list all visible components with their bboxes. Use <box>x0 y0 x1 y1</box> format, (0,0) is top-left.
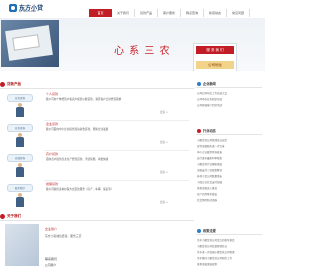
list-item[interactable]: 信贷风险防控措施 <box>197 198 261 204</box>
section-bullet-icon <box>0 81 5 87</box>
header: 东方小贷 DF Micro-loan 首页 关于我们 贷款产品 客户服务 网点查… <box>0 0 265 18</box>
product-item: 业务咨询 个人贷款 我公司向个体经营户和农户提供小额贷款，满足客户日常经营需求 … <box>0 91 194 121</box>
nav-item-branches[interactable]: 网点查询 <box>181 9 204 17</box>
logo-mark-icon <box>9 4 17 12</box>
industry-news-title: 行业动态 <box>203 129 216 133</box>
speech-bubble: 业务咨询 <box>7 94 33 102</box>
nav-item-products[interactable]: 贷款产品 <box>135 9 158 17</box>
contact-us-link[interactable]: 联系我们 <box>45 257 57 261</box>
product-illustration: 欢迎咨询 <box>5 152 35 178</box>
hero-banner: 心 系 三 农 服 务 我 们 公司地址 <box>0 18 265 71</box>
policy-heading: 政策法规 <box>196 227 262 235</box>
company-news-title: 企业新闻 <box>203 82 216 86</box>
policy-bullet-icon <box>197 228 201 233</box>
news-bullet-icon <box>197 81 201 86</box>
product-illustration: 联系我们 <box>5 182 35 208</box>
nav-item-faq[interactable]: 常见问题 <box>227 9 250 17</box>
brand-name-en: DF Micro-loan <box>19 10 37 13</box>
company-profile-link[interactable]: 公司简介 <box>45 263 56 267</box>
product-title[interactable]: 个人贷款 <box>46 92 58 96</box>
products-section: 贷款产品 业务咨询 个人贷款 我公司向个体经营户和农户提供小额贷款，满足客户日常… <box>0 80 194 209</box>
policy-panel: 政策法规 关于小额贷款公司试点的指导意见 小额贷款公司监督管理办法 关于进一步加… <box>196 227 262 269</box>
company-news-list: 公司召开年度工作总结大会 公司举办业务知识培训 公司开展客户回访活动 <box>197 91 261 109</box>
product-description: 我公司向个体经营户和农户提供小额贷款，满足客户日常经营需求 <box>46 98 122 101</box>
about-title: 关于我们 <box>7 213 21 218</box>
about-heading: 关于我们 <box>0 212 21 220</box>
product-illustration: 业务咨询 <box>5 92 35 118</box>
nav-item-home[interactable]: 首页 <box>89 9 112 17</box>
product-item: 业务咨询 企业贷款 我公司面向中小企业提供流动资金贷款，帮助企业发展 更多 > <box>0 121 194 151</box>
about-section: 关于我们 企业简介 东方小贷诚信经营，服务三农 联系我们 公司简介 <box>0 212 194 269</box>
products-title: 贷款产品 <box>7 81 21 86</box>
product-more-link[interactable]: 更多 > <box>160 110 168 114</box>
list-item[interactable]: 普惠金融发展规划 <box>197 262 261 268</box>
product-description: 我公司提供多种担保方式贷款服务（房产、车辆、保证等） <box>46 188 114 191</box>
product-title[interactable]: 农户贷款 <box>46 152 58 156</box>
product-description: 面向农户提供农业生产经营贷款，手续简便，审批快捷 <box>46 158 109 161</box>
banner-photo <box>1 20 59 67</box>
product-illustration: 业务咨询 <box>5 122 35 148</box>
main-nav: 首页 关于我们 贷款产品 客户服务 网点查询 新闻动态 常见问题 <box>89 9 250 17</box>
nav-item-about[interactable]: 关于我们 <box>112 9 135 17</box>
service-card: 服 务 我 们 公司地址 <box>193 43 237 71</box>
nav-item-news[interactable]: 新闻动态 <box>204 9 227 17</box>
speech-bubble: 欢迎咨询 <box>7 154 33 162</box>
product-item: 欢迎咨询 农户贷款 面向农户提供农业生产经营贷款，手续简便，审批快捷 更多 > <box>0 151 194 181</box>
policy-list: 关于小额贷款公司试点的指导意见 小额贷款公司监督管理办法 关于进一步加强小额贷款… <box>197 238 261 268</box>
person-icon <box>16 193 24 207</box>
list-item[interactable]: 公司开展客户回访活动 <box>197 103 261 109</box>
product-item: 联系我们 担保贷款 我公司提供多种担保方式贷款服务（房产、车辆、保证等） 更多 … <box>0 181 194 211</box>
banner-slogan: 心 系 三 农 <box>114 46 171 57</box>
product-more-link[interactable]: 更多 > <box>160 170 168 174</box>
policy-title: 政策法规 <box>203 229 216 233</box>
speech-bubble: 业务咨询 <box>7 124 33 132</box>
product-more-link[interactable]: 更多 > <box>160 140 168 144</box>
product-more-link[interactable]: 更多 > <box>160 200 168 204</box>
person-icon <box>16 103 24 117</box>
products-heading: 贷款产品 <box>0 80 21 88</box>
section-bullet-icon <box>0 213 5 219</box>
product-description: 我公司面向中小企业提供流动资金贷款，帮助企业发展 <box>46 128 109 131</box>
news-bullet-icon <box>197 128 201 133</box>
nav-item-service[interactable]: 客户服务 <box>158 9 181 17</box>
service-card-tab[interactable]: 服 务 我 们 <box>196 46 234 54</box>
divider <box>0 220 194 221</box>
industry-news-panel: 行业动态 小额贷款公司管理办法出台 农村金融服务进一步完善 中小企业融资环境改善… <box>196 127 262 205</box>
about-intro-title[interactable]: 企业简介 <box>45 227 57 231</box>
person-icon <box>16 133 24 147</box>
industry-news-heading: 行业动态 <box>196 127 262 135</box>
speech-bubble: 联系我们 <box>7 184 33 192</box>
company-address-button[interactable]: 公司地址 <box>196 61 234 69</box>
divider <box>0 88 194 89</box>
product-title[interactable]: 企业贷款 <box>46 122 58 126</box>
brand-logo[interactable]: 东方小贷 DF Micro-loan <box>9 4 49 15</box>
person-icon <box>16 163 24 177</box>
industry-news-list: 小额贷款公司管理办法出台 农村金融服务进一步完善 中小企业融资环境改善 央行发布… <box>197 138 261 204</box>
product-title[interactable]: 担保贷款 <box>46 182 58 186</box>
company-news-panel: 企业新闻 公司召开年度工作总结大会 公司举办业务知识培训 公司开展客户回访活动 <box>196 80 262 127</box>
company-news-heading: 企业新闻 <box>196 80 262 88</box>
about-image <box>5 224 39 266</box>
about-intro-text: 东方小贷诚信经营，服务三农 <box>45 234 82 238</box>
